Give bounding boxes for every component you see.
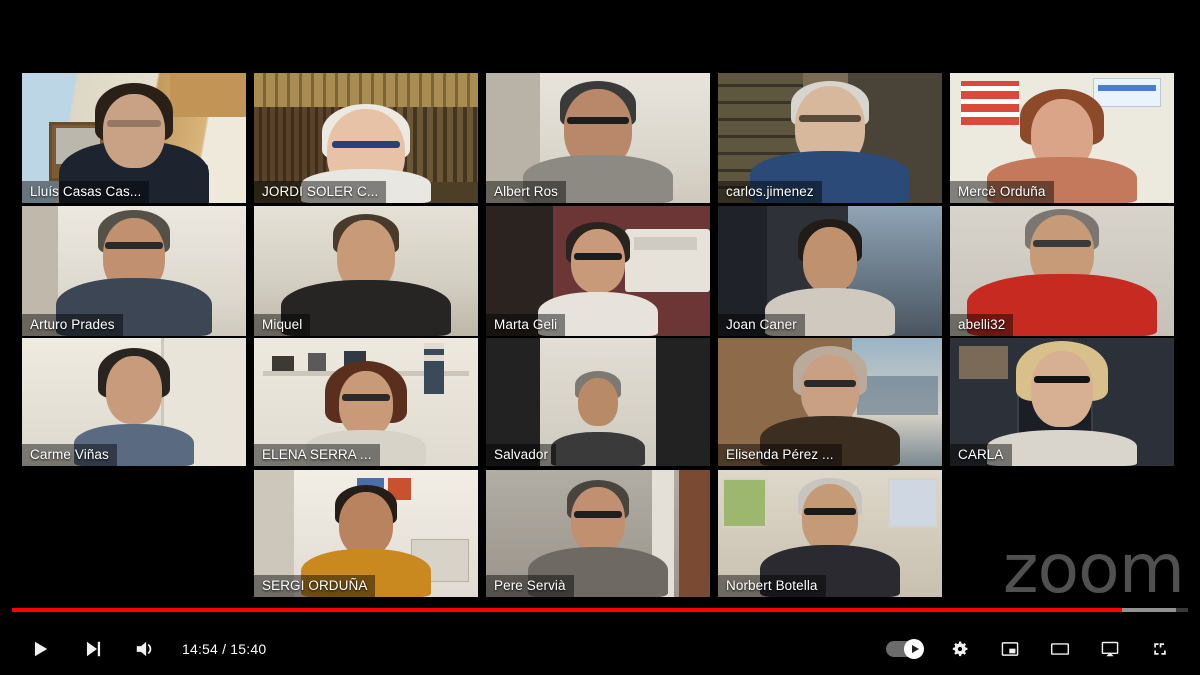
participant-tile[interactable]: Norbert Botella [718, 470, 942, 597]
participant-name: Elisenda Pérez ... [718, 444, 842, 466]
participant-tile[interactable]: Mercè Orduña [950, 73, 1174, 203]
participant-tile[interactable]: Lluís Casas Cas... [22, 73, 246, 203]
play-button[interactable] [16, 625, 64, 673]
controls-right-group [874, 625, 1200, 673]
controls-row: 14:54 / 15:40 [0, 625, 1200, 673]
participant-tile[interactable]: abelli32 [950, 206, 1174, 336]
participant-tile[interactable]: Salvador [486, 338, 710, 466]
progress-played [12, 608, 1123, 612]
gear-icon [952, 641, 968, 657]
participant-name: JORDI SOLER C... [254, 181, 387, 203]
gallery-row: Arturo Prades Miquel Marta Geli Joan Can… [22, 206, 1174, 336]
participant-name: Lluís Casas Cas... [22, 181, 150, 203]
gallery-row: Lluís Casas Cas... JORDI SOLER C... Albe… [22, 73, 1174, 203]
participant-name: Norbert Botella [718, 575, 826, 597]
cast-button[interactable] [1086, 625, 1134, 673]
participant-tile[interactable]: Pere Servià [486, 470, 710, 597]
miniplayer-button[interactable] [986, 625, 1034, 673]
participant-name: Pere Servià [486, 575, 574, 597]
participant-tile[interactable]: carlos.jimenez [718, 73, 942, 203]
controls-left-group: 14:54 / 15:40 [0, 625, 274, 673]
participant-name: CARLA [950, 444, 1012, 466]
participant-tile[interactable]: Elisenda Pérez ... [718, 338, 942, 466]
participant-name: Arturo Prades [22, 314, 123, 336]
theater-icon [1050, 643, 1070, 655]
participant-tile-active-speaker[interactable]: JORDI SOLER C... [254, 73, 478, 203]
participant-tile[interactable]: Marta Geli [486, 206, 710, 336]
time-display: 14:54 / 15:40 [182, 641, 267, 657]
miniplayer-icon [1001, 642, 1019, 656]
cast-icon [1101, 641, 1119, 657]
player-controls-bar: 14:54 / 15:40 [0, 603, 1200, 675]
autoplay-toggle[interactable] [874, 625, 934, 673]
participant-name: Marta Geli [486, 314, 566, 336]
participant-tile[interactable]: Arturo Prades [22, 206, 246, 336]
participant-name: carlos.jimenez [718, 181, 822, 203]
toggle-on-icon [886, 639, 924, 659]
participant-tile[interactable]: Carme Viñas [22, 338, 246, 466]
participant-name: abelli32 [950, 314, 1014, 336]
participant-tile[interactable]: CARLA [950, 338, 1174, 466]
participant-name: Carme Viñas [22, 444, 117, 466]
participant-name: Salvador [486, 444, 557, 466]
volume-icon [136, 641, 152, 657]
participant-tile[interactable]: ELENA SERRA ... [254, 338, 478, 466]
participant-name: ELENA SERRA ... [254, 444, 380, 466]
participant-tile[interactable]: Joan Caner [718, 206, 942, 336]
next-icon [86, 641, 101, 657]
participant-name: SERGI ORDUÑA [254, 575, 376, 597]
gallery-row: Carme Viñas ELENA SERRA ... Salvador Eli… [22, 338, 1174, 466]
participant-tile[interactable]: Albert Ros [486, 73, 710, 203]
volume-button[interactable] [120, 625, 168, 673]
participant-name: Albert Ros [486, 181, 567, 203]
fullscreen-button[interactable] [1136, 625, 1184, 673]
settings-button[interactable] [936, 625, 984, 673]
participant-tile[interactable]: SERGI ORDUÑA [254, 470, 478, 597]
participant-tile[interactable]: Miquel [254, 206, 478, 336]
participant-name: Miquel [254, 314, 311, 336]
zoom-gallery-view: Lluís Casas Cas... JORDI SOLER C... Albe… [0, 0, 1200, 609]
progress-bar[interactable] [12, 608, 1188, 612]
play-icon [34, 641, 48, 657]
participant-name: Joan Caner [718, 314, 805, 336]
next-button[interactable] [68, 625, 116, 673]
fullscreen-icon [1154, 643, 1166, 655]
theater-button[interactable] [1036, 625, 1084, 673]
participant-name: Mercè Orduña [950, 181, 1054, 203]
zoom-watermark: zoom [1002, 529, 1185, 609]
youtube-player: Lluís Casas Cas... JORDI SOLER C... Albe… [0, 0, 1200, 675]
gallery-row: SERGI ORDUÑA Pere Servià Norbert Botella [254, 470, 942, 597]
